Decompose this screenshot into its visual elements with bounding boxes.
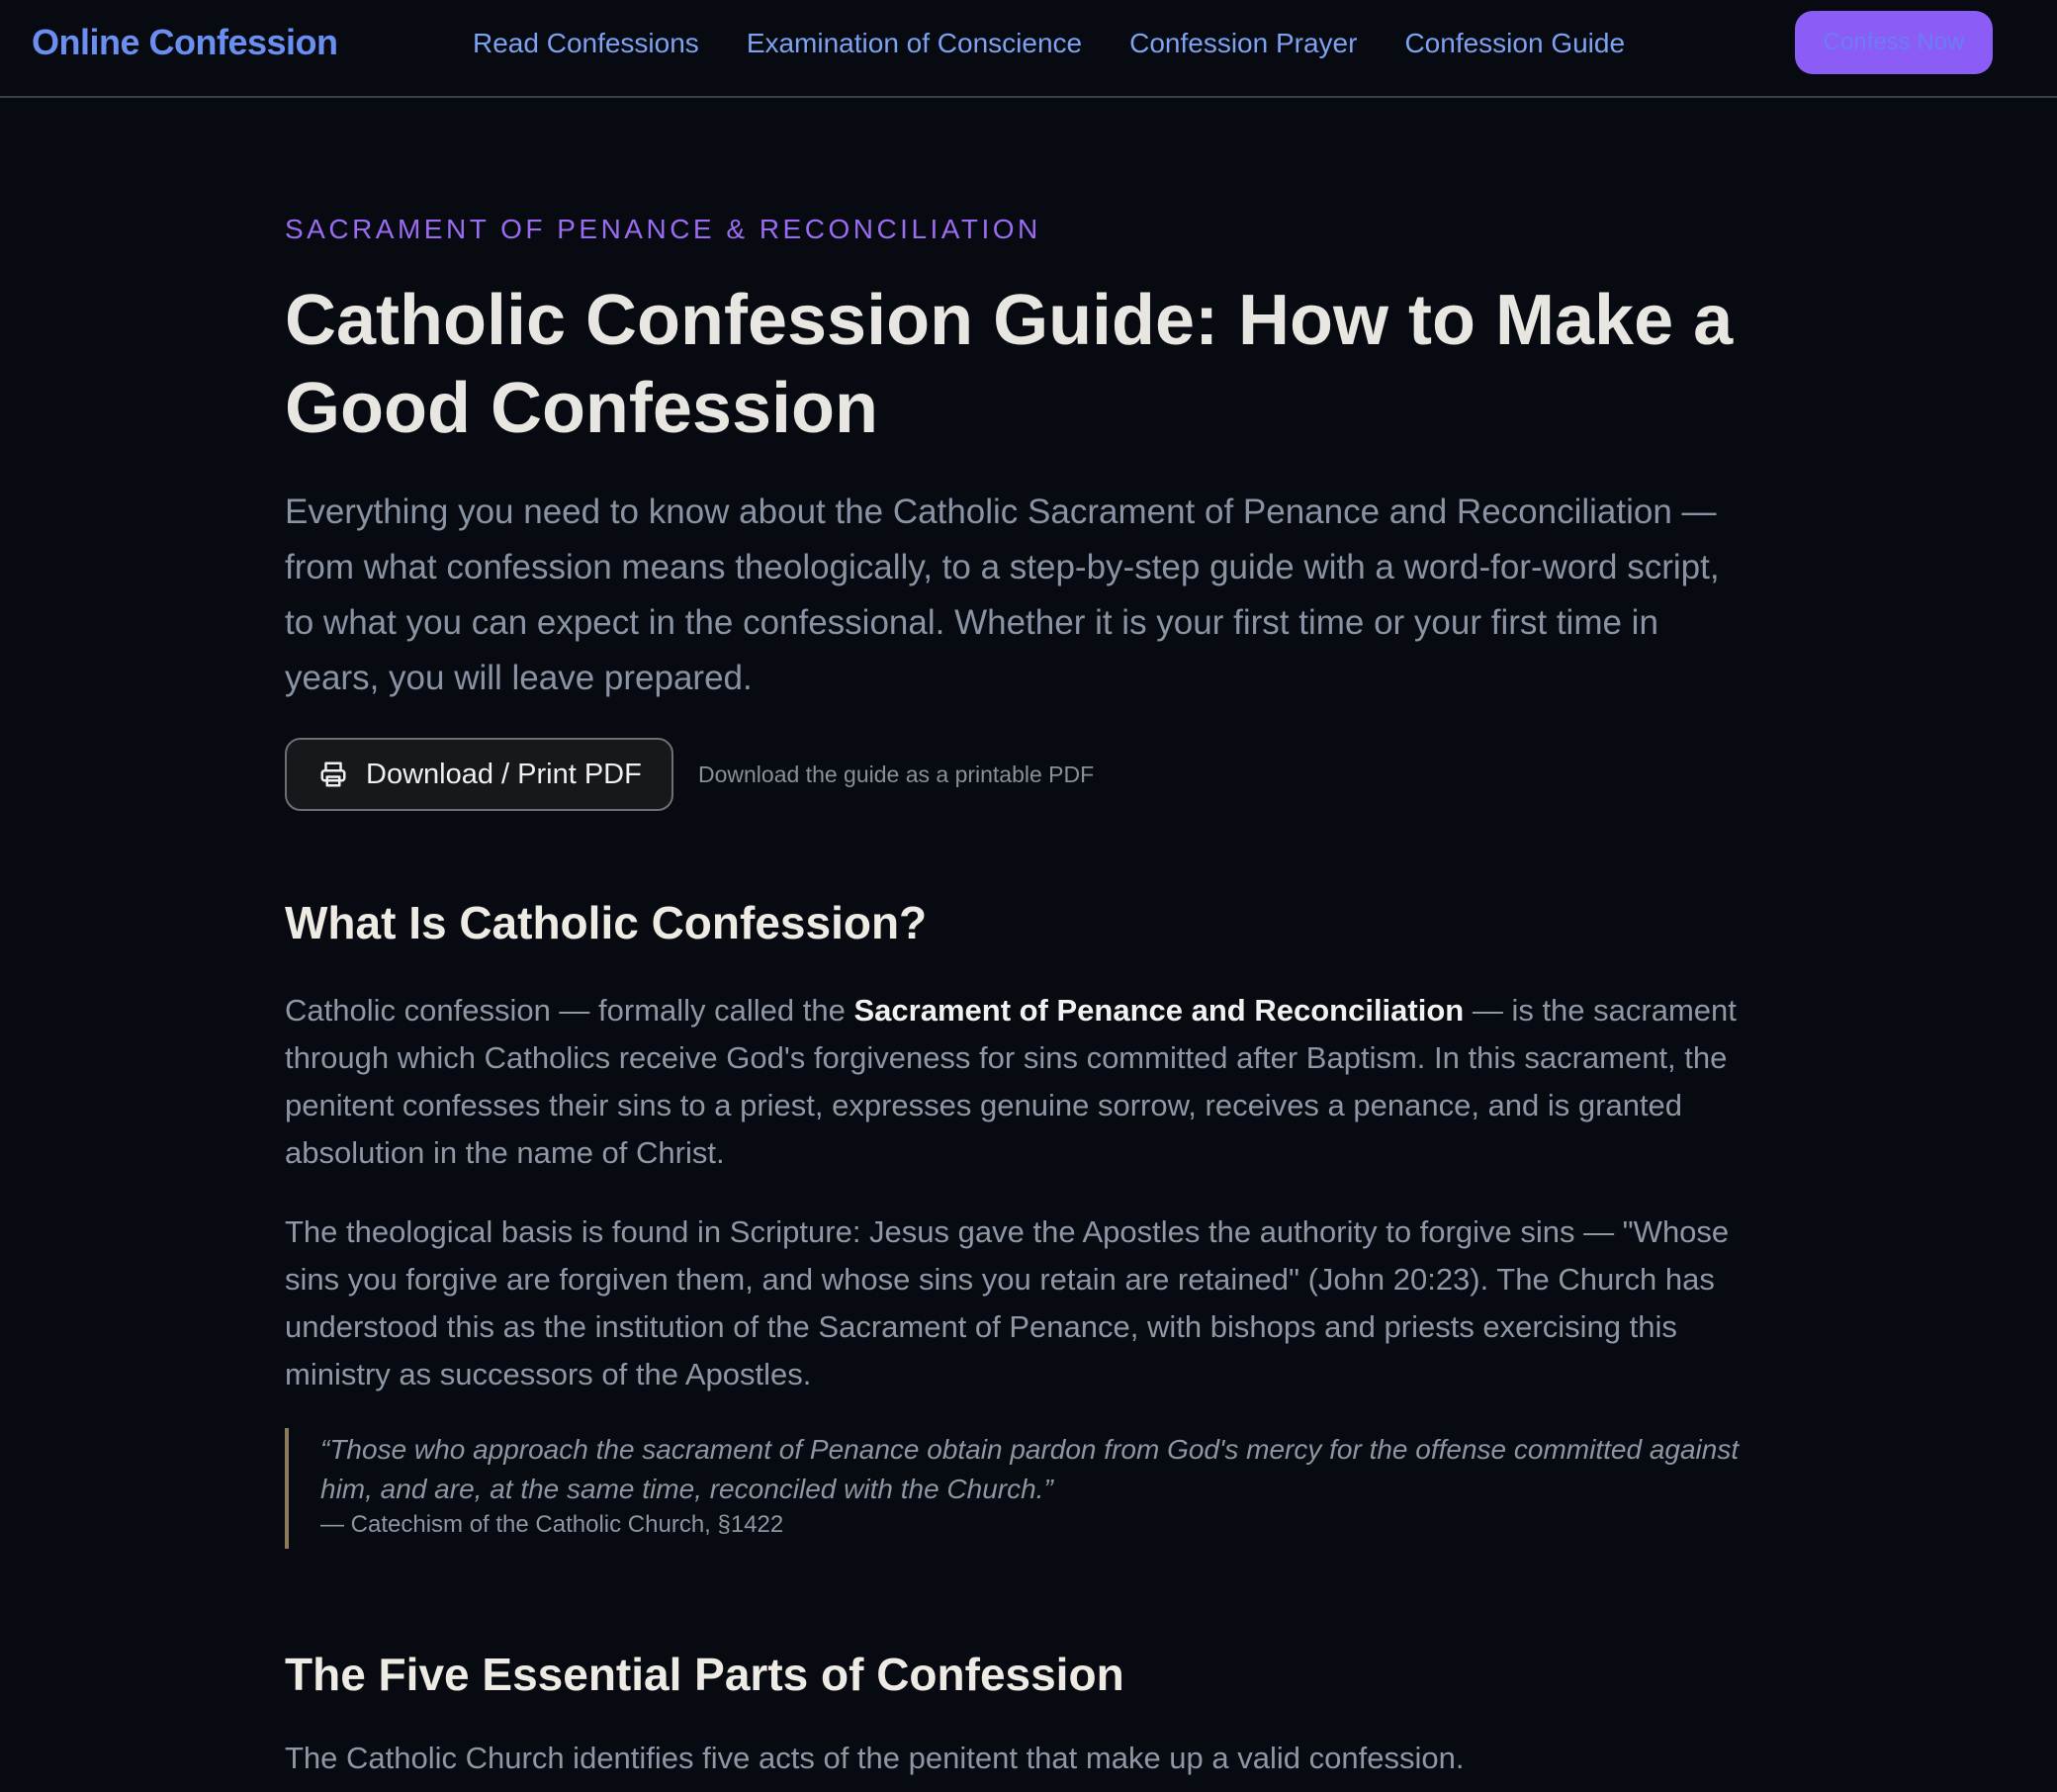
paragraph-five-parts-intro: The Catholic Church identifies five acts… — [285, 1741, 1465, 1775]
site-logo[interactable]: Online Confession — [32, 22, 338, 63]
nav-link-confession-guide[interactable]: Confession Guide — [1404, 26, 1625, 61]
download-pdf-label: Download / Print PDF — [366, 758, 642, 790]
nav-links: Read Confessions Examination of Conscien… — [473, 26, 1672, 61]
nav-link-confession-prayer[interactable]: Confession Prayer — [1129, 26, 1357, 61]
page-title: Catholic Confession Guide: How to Make a… — [285, 281, 1734, 448]
paragraph-definition: Catholic confession — formally called th… — [285, 987, 1748, 1177]
quote-text: “Those who approach the sacrament of Pen… — [320, 1434, 1740, 1504]
download-pdf-button[interactable]: Download / Print PDF — [285, 738, 673, 811]
confess-now-button[interactable]: Confess Now — [1795, 11, 1993, 74]
pdf-note: Download the guide as a printable PDF — [698, 762, 1095, 787]
section-heading-five-parts: The Five Essential Parts of Confession — [285, 1649, 1124, 1700]
top-navbar: Online Confession Read Confessions Exami… — [0, 0, 2057, 98]
paragraph-theological-basis: The theological basis is found in Script… — [285, 1214, 1730, 1391]
page-lede: Everything you need to know about the Ca… — [285, 493, 1720, 697]
quote-citation: — Catechism of the Catholic Church, §142… — [320, 1511, 784, 1538]
sacrament-name: Sacrament of Penance and Reconciliation — [853, 993, 1465, 1028]
eyebrow-label: SACRAMENT OF PENANCE & RECONCILIATION — [285, 214, 1041, 244]
nav-link-examination[interactable]: Examination of Conscience — [747, 26, 1082, 61]
section-heading-what-is: What Is Catholic Confession? — [285, 897, 928, 948]
catechism-quote: “Those who approach the sacrament of Pen… — [285, 1428, 1748, 1549]
nav-link-read-confessions[interactable]: Read Confessions — [473, 26, 699, 61]
paragraph-text: Catholic confession — formally called th… — [285, 993, 854, 1028]
printer-icon — [320, 762, 346, 787]
